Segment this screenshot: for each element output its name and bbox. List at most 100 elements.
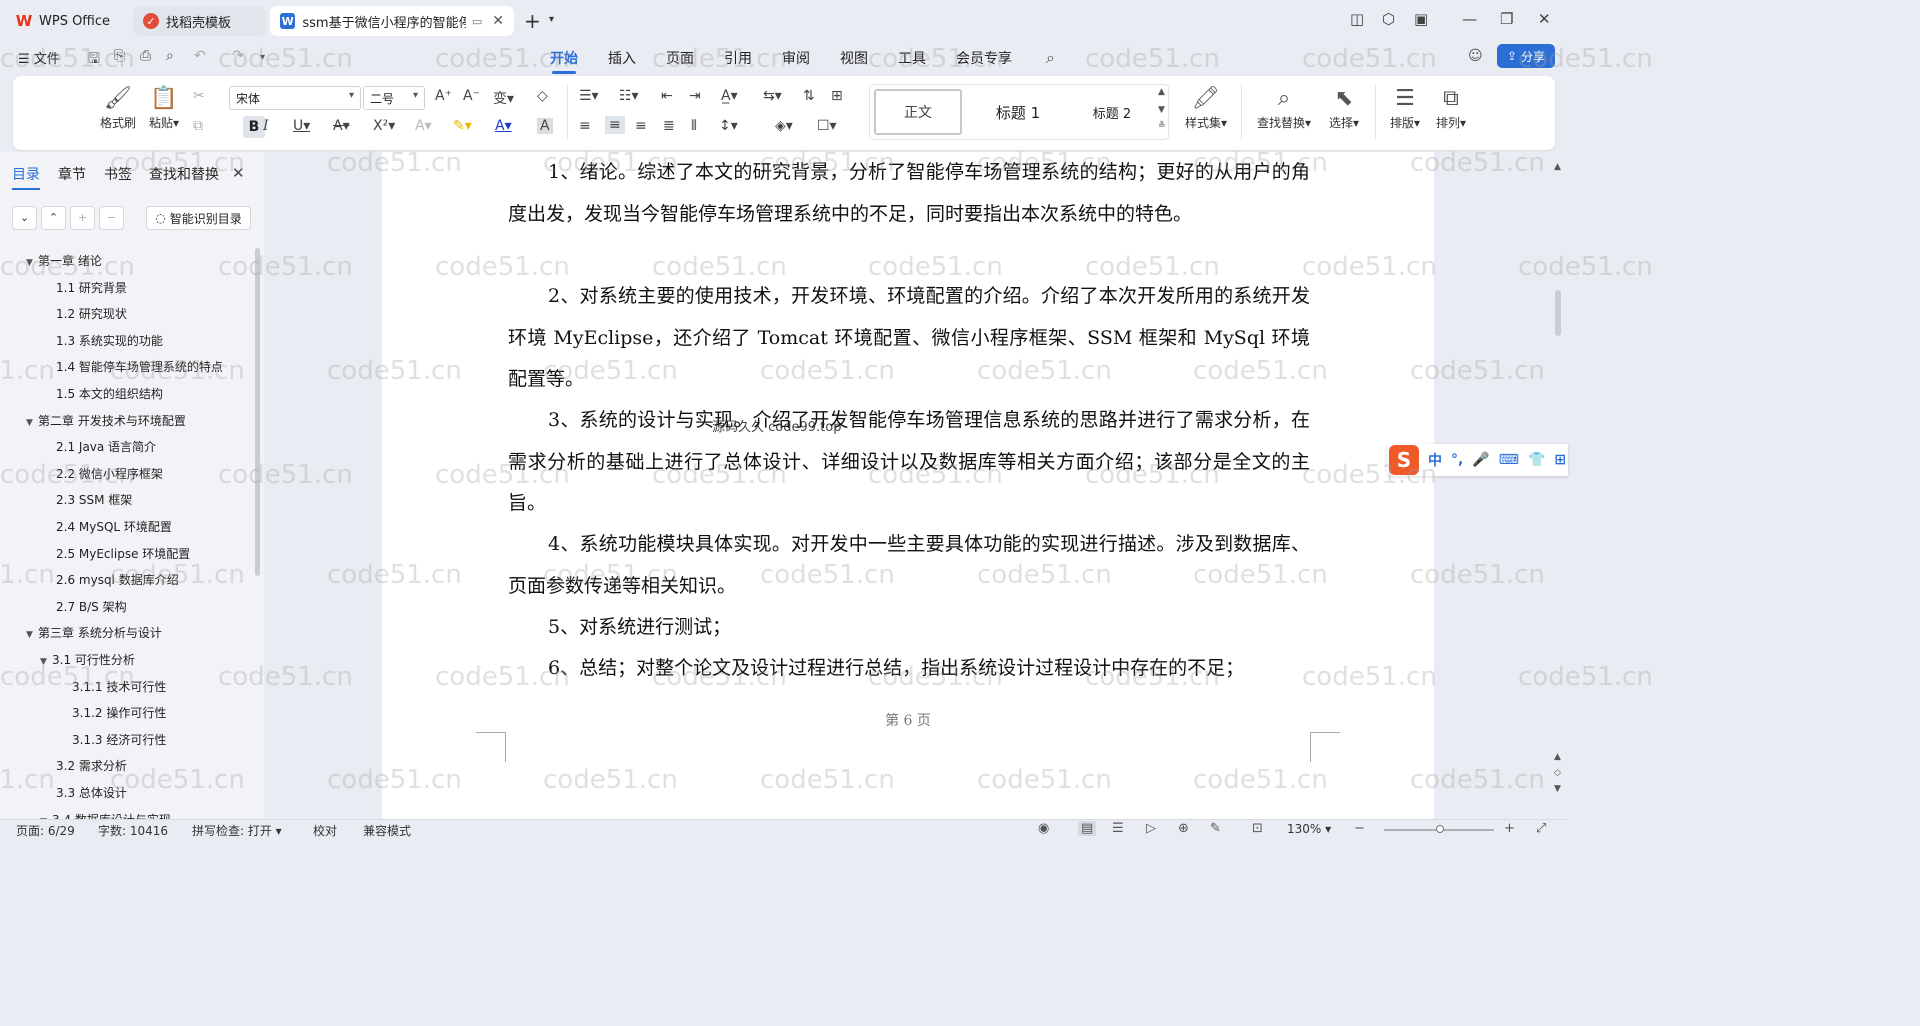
tab-references[interactable]: 引用 bbox=[724, 48, 752, 68]
font-name-select[interactable]: 宋体 ▾ bbox=[229, 86, 361, 110]
new-tab-icon[interactable]: + bbox=[524, 9, 541, 33]
chevron-up-icon[interactable]: ▲ bbox=[1158, 87, 1165, 97]
highlight-icon[interactable]: ✎▾ bbox=[453, 118, 472, 134]
microphone-icon[interactable]: 🎤 bbox=[1472, 452, 1489, 468]
minimize-icon[interactable]: — bbox=[1462, 10, 1477, 28]
prev-page-icon[interactable]: ◇ bbox=[1554, 768, 1561, 778]
tab-home[interactable]: 开始 bbox=[550, 48, 578, 74]
restore-icon[interactable]: ❐ bbox=[1500, 10, 1513, 28]
toc-item[interactable]: ▼ 第三章 系统分析与设计 bbox=[26, 624, 162, 641]
nav-tab-find-replace[interactable]: 查找和替换 bbox=[149, 164, 219, 184]
toc-item[interactable]: 3.2 需求分析 bbox=[56, 757, 127, 774]
chevron-down-icon[interactable]: ▾ bbox=[549, 14, 554, 25]
text-direction-icon[interactable]: A̲▾ bbox=[721, 88, 738, 104]
search-icon[interactable]: ⌕ bbox=[1046, 48, 1055, 68]
tab-review[interactable]: 审阅 bbox=[782, 48, 810, 68]
skin-icon[interactable]: 👕 bbox=[1528, 452, 1545, 468]
spell-check[interactable]: 拼写检查: 打开 ▾ bbox=[192, 822, 282, 839]
nav-tab-toc[interactable]: 目录 bbox=[12, 164, 40, 190]
ime-mode[interactable]: 中 bbox=[1428, 450, 1442, 470]
eye-icon[interactable]: ◉ bbox=[1038, 821, 1049, 836]
layout-button[interactable]: ☰ 排版▾ bbox=[1385, 84, 1425, 131]
arrange-button[interactable]: ⧉ 排列▾ bbox=[1431, 84, 1471, 131]
grow-font-icon[interactable]: A⁺ bbox=[435, 88, 452, 104]
sogou-logo-icon[interactable]: S bbox=[1389, 445, 1419, 475]
scroll-up-icon[interactable]: ▲ bbox=[1554, 162, 1561, 172]
expand-toggle-icon[interactable]: ▼ bbox=[26, 418, 38, 428]
toc-item[interactable]: 1.1 研究背景 bbox=[56, 279, 127, 296]
toc-item[interactable]: 1.2 研究现状 bbox=[56, 305, 127, 322]
strikethrough-button[interactable]: A▾ bbox=[333, 118, 350, 134]
pen-icon[interactable]: ✎ bbox=[1210, 821, 1221, 836]
toc-item[interactable]: 1.3 系统实现的功能 bbox=[56, 332, 163, 349]
italic-button[interactable]: I bbox=[263, 118, 269, 134]
underline-button[interactable]: U▾ bbox=[293, 118, 310, 134]
align-right-icon[interactable]: ≡ bbox=[635, 118, 647, 134]
expand-toggle-icon[interactable]: ▼ bbox=[26, 630, 38, 640]
toc-item[interactable]: 2.1 Java 语言简介 bbox=[56, 438, 156, 455]
toc-item[interactable]: 3.1.3 经济可行性 bbox=[72, 731, 166, 748]
shrink-font-icon[interactable]: A⁻ bbox=[463, 88, 480, 104]
fit-page-icon[interactable]: ⊡ bbox=[1252, 821, 1263, 836]
smart-toc-button[interactable]: ◌ 智能识别目录 bbox=[146, 206, 251, 230]
superscript-button[interactable]: X²▾ bbox=[373, 118, 395, 134]
collapse-up-icon[interactable]: ⌃ bbox=[41, 206, 66, 230]
convert-icon[interactable]: ⇆▾ bbox=[763, 88, 782, 104]
cut-icon[interactable]: ✂ bbox=[193, 88, 205, 104]
layout-icon[interactable]: ◫ bbox=[1350, 10, 1364, 28]
punctuation-icon[interactable]: °, bbox=[1451, 452, 1463, 468]
toc-item[interactable]: ▼ 第二章 开发技术与环境配置 bbox=[26, 412, 186, 429]
decrease-indent-icon[interactable]: ⇤ bbox=[661, 88, 673, 104]
next-page-icon[interactable]: ▼ bbox=[1554, 784, 1561, 794]
phonetic-icon[interactable]: 变▾ bbox=[493, 88, 514, 108]
expand-toggle-icon[interactable]: ▼ bbox=[26, 258, 38, 268]
tab-view[interactable]: 视图 bbox=[840, 48, 868, 68]
toc-item[interactable]: 2.5 MyEclipse 环境配置 bbox=[56, 545, 190, 562]
paste-button[interactable]: 📋 粘贴▾ bbox=[145, 84, 183, 131]
clear-format-icon[interactable]: ◇ bbox=[537, 88, 548, 104]
remove-heading-icon[interactable]: − bbox=[99, 206, 124, 230]
shading-icon[interactable]: ◈▾ bbox=[775, 118, 793, 134]
toc-item[interactable]: 2.3 SSM 框架 bbox=[56, 491, 132, 508]
show-marks-icon[interactable]: ⊞ bbox=[831, 88, 843, 104]
print-preview-icon[interactable]: ⌕ bbox=[166, 48, 174, 64]
zoom-out-icon[interactable]: − bbox=[1354, 821, 1365, 836]
word-count[interactable]: 字数: 10416 bbox=[98, 822, 168, 839]
zoom-level[interactable]: 130% ▾ bbox=[1287, 822, 1331, 836]
toc-item[interactable]: 3.1.1 技术可行性 bbox=[72, 678, 166, 695]
toc-item[interactable]: 2.2 微信小程序框架 bbox=[56, 465, 163, 482]
paragraph[interactable]: 3、系统的设计与实现。介绍了开发智能停车场管理信息系统的思路并进行了需求分析，在… bbox=[508, 400, 1310, 525]
quick-access-dropdown-icon[interactable]: ▾ bbox=[260, 52, 265, 63]
panel-scrollbar[interactable] bbox=[255, 248, 260, 576]
tab-wps-office[interactable]: W WPS Office bbox=[6, 6, 126, 36]
expand-toggle-icon[interactable]: ▼ bbox=[40, 657, 52, 667]
close-window-icon[interactable]: ✕ bbox=[1538, 10, 1551, 28]
find-replace-button[interactable]: ⌕ 查找替换▾ bbox=[1253, 84, 1315, 131]
avatar[interactable]: ▣ bbox=[1414, 10, 1428, 28]
toc-item[interactable]: 1.4 智能停车场管理系统的特点 bbox=[56, 358, 223, 375]
page-view-icon[interactable]: ▤ bbox=[1078, 821, 1097, 836]
style-heading-2[interactable]: 标题 2 bbox=[1070, 89, 1154, 135]
tab-page[interactable]: 页面 bbox=[666, 48, 694, 68]
close-tab-icon[interactable]: ✕ bbox=[492, 13, 504, 29]
paragraph[interactable]: 2、对系统主要的使用技术，开发环境、环境配置的介绍。介绍了本次开发所用的系统开发… bbox=[508, 276, 1310, 401]
sort-icon[interactable]: ⇅ bbox=[803, 88, 815, 104]
collapse-down-icon[interactable]: ⌄ bbox=[12, 206, 37, 230]
expand-styles-icon[interactable]: ≚ bbox=[1158, 121, 1166, 131]
tab-document[interactable]: W ssm基于微信小程序的智能停车 ▭ ✕ bbox=[270, 6, 514, 36]
align-center-icon[interactable]: ≡ bbox=[605, 116, 625, 134]
window-mode-icon[interactable]: ▭ bbox=[472, 15, 482, 28]
copy-icon[interactable]: ⧉ bbox=[193, 118, 203, 134]
document-scrollbar[interactable] bbox=[1555, 290, 1561, 336]
toc-item[interactable]: 1.5 本文的组织结构 bbox=[56, 385, 163, 402]
style-heading-1[interactable]: 标题 1 bbox=[970, 89, 1066, 135]
text-effect-icon[interactable]: A▾ bbox=[415, 118, 432, 134]
tab-insert[interactable]: 插入 bbox=[608, 48, 636, 68]
tab-docer-templates[interactable]: ✓ 找稻壳模板 bbox=[133, 6, 266, 36]
share-button[interactable]: ⇪ 分享 bbox=[1497, 44, 1555, 68]
redo-icon[interactable]: ↷ bbox=[232, 48, 244, 64]
fullscreen-icon[interactable]: ⤢ bbox=[1536, 821, 1546, 836]
zoom-in-icon[interactable]: + bbox=[1504, 821, 1515, 836]
close-panel-icon[interactable]: ✕ bbox=[232, 164, 245, 182]
font-size-select[interactable]: 二号 ▾ bbox=[363, 86, 425, 110]
